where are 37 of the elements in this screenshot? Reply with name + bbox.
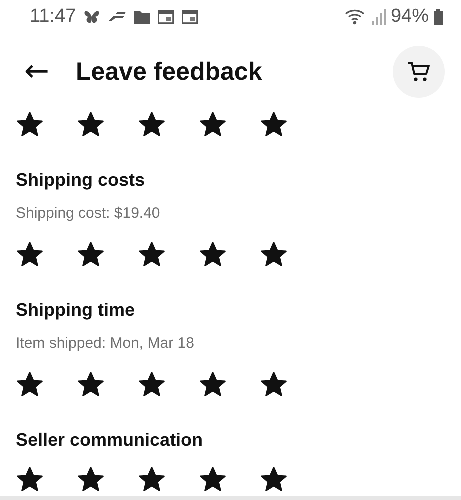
star-icon[interactable] <box>260 466 288 494</box>
star-icon[interactable] <box>77 371 105 399</box>
star-icon[interactable] <box>77 241 105 269</box>
star-icon[interactable] <box>260 241 288 269</box>
section-title: Shipping time <box>16 300 136 321</box>
star-icon[interactable] <box>199 241 227 269</box>
star-icon[interactable] <box>260 371 288 399</box>
page-title: Leave feedback <box>76 58 264 86</box>
wifi-icon <box>344 8 367 26</box>
status-time: 11:47 <box>30 6 76 28</box>
star-icon[interactable] <box>77 111 105 139</box>
star-icon[interactable] <box>199 466 227 494</box>
star-icon[interactable] <box>16 111 44 139</box>
star-icon[interactable] <box>16 466 44 494</box>
folder-icon <box>134 10 150 24</box>
butterfly-icon <box>84 10 100 24</box>
star-icon[interactable] <box>260 111 288 139</box>
star-icon[interactable] <box>16 241 44 269</box>
section-title: Seller communication <box>16 430 204 451</box>
star-icon[interactable] <box>138 466 166 494</box>
signal-icon <box>372 9 386 25</box>
section-subtitle: Item shipped: Mon, Mar 18 <box>16 335 196 352</box>
section-title: Shipping costs <box>16 170 146 191</box>
star-icon[interactable] <box>77 466 105 494</box>
battery-icon <box>434 9 443 25</box>
star-icon[interactable] <box>199 371 227 399</box>
star-icon[interactable] <box>16 371 44 399</box>
star-icon[interactable] <box>199 111 227 139</box>
calendar-icon <box>182 10 198 24</box>
star-icon[interactable] <box>138 111 166 139</box>
battery-percent: 94% <box>390 6 429 28</box>
star-icon[interactable] <box>138 241 166 269</box>
calendar-icon <box>158 10 174 24</box>
section-subtitle: Shipping cost: $19.40 <box>16 205 162 222</box>
back-button[interactable]: ← <box>20 57 54 87</box>
cart-icon <box>407 61 431 83</box>
star-icon[interactable] <box>138 371 166 399</box>
